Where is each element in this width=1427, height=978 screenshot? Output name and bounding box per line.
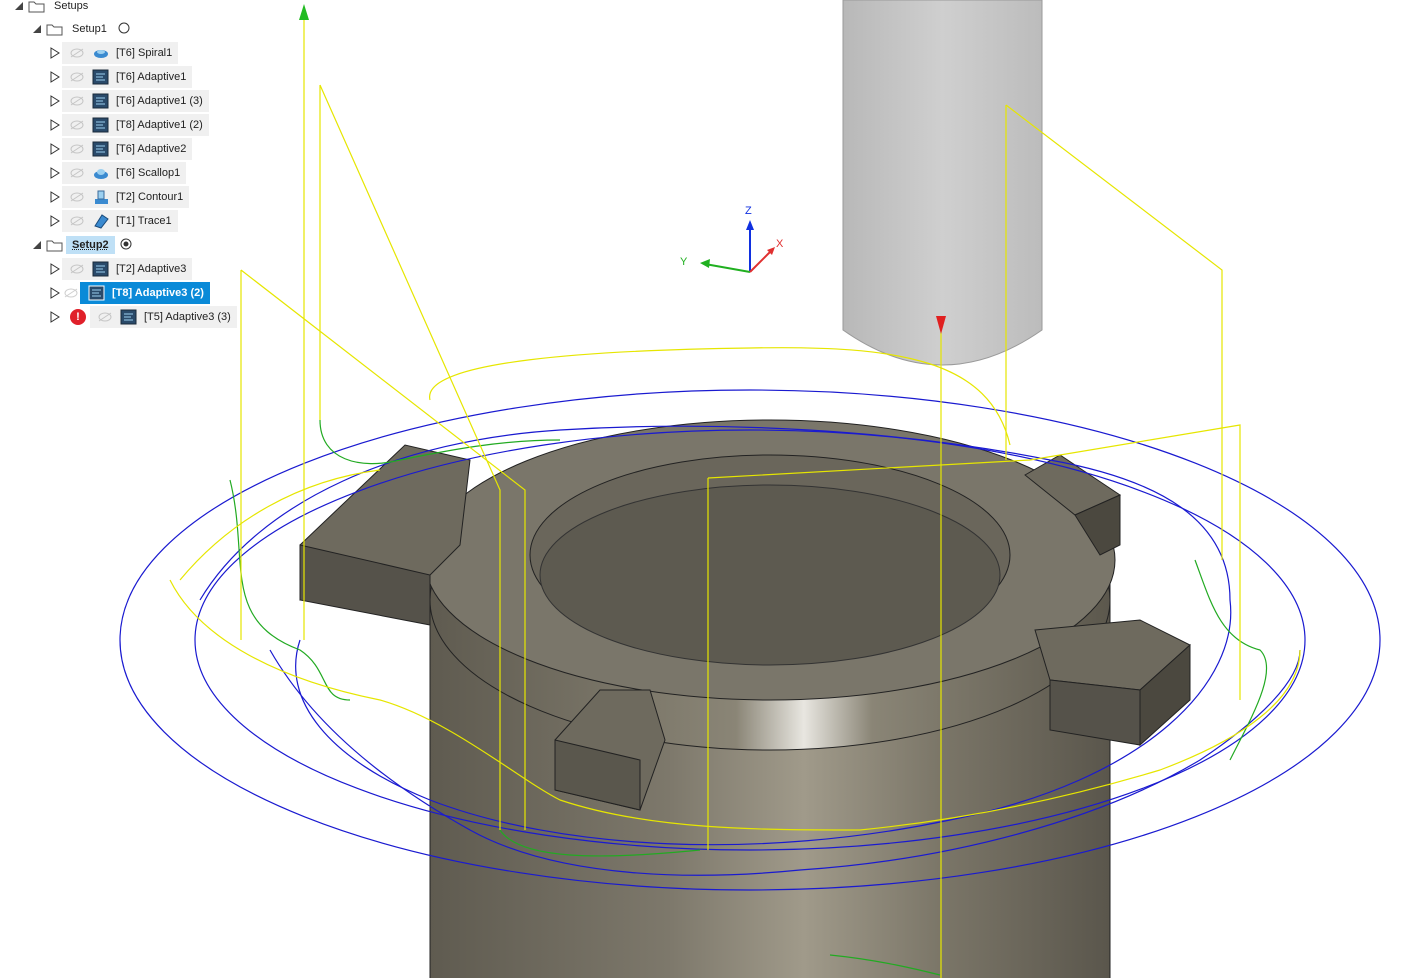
visibility-eye-icon[interactable] bbox=[96, 310, 114, 324]
triad-x-label: X bbox=[776, 238, 784, 250]
spiral-icon bbox=[90, 44, 112, 62]
tree-operation[interactable]: [T2] Contour1 bbox=[48, 186, 190, 208]
scallop-icon bbox=[90, 164, 112, 182]
tree-operation[interactable]: [T6] Scallop1 bbox=[48, 162, 187, 184]
setup-folder-icon bbox=[44, 20, 66, 38]
expand-triangle-icon[interactable] bbox=[48, 46, 62, 60]
visibility-eye-icon[interactable] bbox=[68, 214, 86, 228]
tree-operation[interactable]: [T6] Adaptive2 bbox=[48, 138, 193, 160]
inactive-radio-icon[interactable] bbox=[117, 21, 131, 38]
operation-label: [T5] Adaptive3 (3) bbox=[144, 311, 231, 323]
collapse-triangle-icon[interactable] bbox=[30, 238, 44, 252]
expand-triangle-icon[interactable] bbox=[48, 166, 62, 180]
tree-setup-setup2[interactable]: Setup2 bbox=[30, 235, 133, 255]
view-triad[interactable]: Z X Y bbox=[680, 205, 784, 273]
visibility-eye-icon[interactable] bbox=[68, 166, 86, 180]
adaptive-icon bbox=[90, 92, 112, 110]
active-radio-icon[interactable] bbox=[119, 237, 133, 254]
tree-operation[interactable]: [T2] Adaptive3 bbox=[48, 258, 193, 280]
expand-triangle-icon[interactable] bbox=[48, 118, 62, 132]
contour-icon bbox=[90, 188, 112, 206]
expand-triangle-icon[interactable] bbox=[48, 310, 62, 324]
operation-label: [T6] Adaptive2 bbox=[116, 143, 187, 155]
tree-operation[interactable]: [T8] Adaptive1 (2) bbox=[48, 114, 209, 136]
expand-triangle-icon[interactable] bbox=[48, 142, 62, 156]
operation-label: [T6] Adaptive1 (3) bbox=[116, 95, 203, 107]
expand-triangle-icon[interactable] bbox=[48, 286, 62, 300]
visibility-eye-icon[interactable] bbox=[62, 286, 80, 300]
operation-label: [T8] Adaptive3 (2) bbox=[112, 287, 204, 299]
adaptive-icon bbox=[86, 284, 108, 302]
setup-label: Setup2 bbox=[66, 236, 115, 254]
collapse-triangle-icon[interactable] bbox=[30, 22, 44, 36]
expand-triangle-icon[interactable] bbox=[48, 190, 62, 204]
visibility-eye-icon[interactable] bbox=[68, 94, 86, 108]
expand-triangle-icon[interactable] bbox=[48, 70, 62, 84]
expand-triangle-icon[interactable] bbox=[48, 94, 62, 108]
operation-label: [T1] Trace1 bbox=[116, 215, 172, 227]
visibility-eye-icon[interactable] bbox=[68, 46, 86, 60]
adaptive-icon bbox=[90, 260, 112, 278]
part-body bbox=[299, 419, 1191, 978]
adaptive-icon bbox=[90, 68, 112, 86]
operation-label: [T6] Scallop1 bbox=[116, 167, 181, 179]
adaptive-icon bbox=[90, 140, 112, 158]
visibility-eye-icon[interactable] bbox=[68, 262, 86, 276]
visibility-eye-icon[interactable] bbox=[68, 190, 86, 204]
adaptive-icon bbox=[90, 116, 112, 134]
adaptive-icon bbox=[118, 308, 140, 326]
operation-label: [T6] Adaptive1 bbox=[116, 71, 187, 83]
tree-root-label: Setups bbox=[54, 0, 89, 12]
expand-triangle-icon[interactable] bbox=[48, 262, 62, 276]
setup-folder-icon bbox=[44, 236, 66, 254]
setup-label: Setup1 bbox=[72, 23, 107, 35]
folder-icon bbox=[26, 0, 48, 15]
visibility-eye-icon[interactable] bbox=[68, 70, 86, 84]
tree-root-setups[interactable]: Setups bbox=[12, 0, 94, 16]
browser-tree: Setups Setup1 [T6] Spiral1 [T6] Adaptive… bbox=[0, 0, 300, 340]
trace-icon bbox=[90, 212, 112, 230]
retract-arrow bbox=[299, 4, 309, 20]
tree-operation-selected[interactable]: [T8] Adaptive3 (2) bbox=[48, 282, 210, 304]
operation-label: [T2] Adaptive3 bbox=[116, 263, 187, 275]
tree-operation[interactable]: [T6] Spiral1 bbox=[48, 42, 179, 64]
visibility-eye-icon[interactable] bbox=[68, 118, 86, 132]
tree-operation[interactable]: [T1] Trace1 bbox=[48, 210, 178, 232]
tree-operation[interactable]: [T6] Adaptive1 (3) bbox=[48, 90, 209, 112]
tree-setup-setup1[interactable]: Setup1 bbox=[30, 19, 131, 39]
visibility-eye-icon[interactable] bbox=[68, 142, 86, 156]
operation-label: [T6] Spiral1 bbox=[116, 47, 173, 59]
tree-operation-error[interactable]: ! [T5] Adaptive3 (3) bbox=[48, 306, 237, 328]
expand-triangle-icon[interactable] bbox=[48, 214, 62, 228]
operation-label: [T8] Adaptive1 (2) bbox=[116, 119, 203, 131]
triad-y-label: Y bbox=[680, 256, 688, 268]
tree-operation[interactable]: [T6] Adaptive1 bbox=[48, 66, 193, 88]
cutting-tool bbox=[842, 0, 1043, 366]
collapse-triangle-icon[interactable] bbox=[12, 0, 26, 13]
operation-label: [T2] Contour1 bbox=[116, 191, 184, 203]
error-icon[interactable]: ! bbox=[70, 309, 86, 325]
triad-z-label: Z bbox=[745, 205, 752, 217]
